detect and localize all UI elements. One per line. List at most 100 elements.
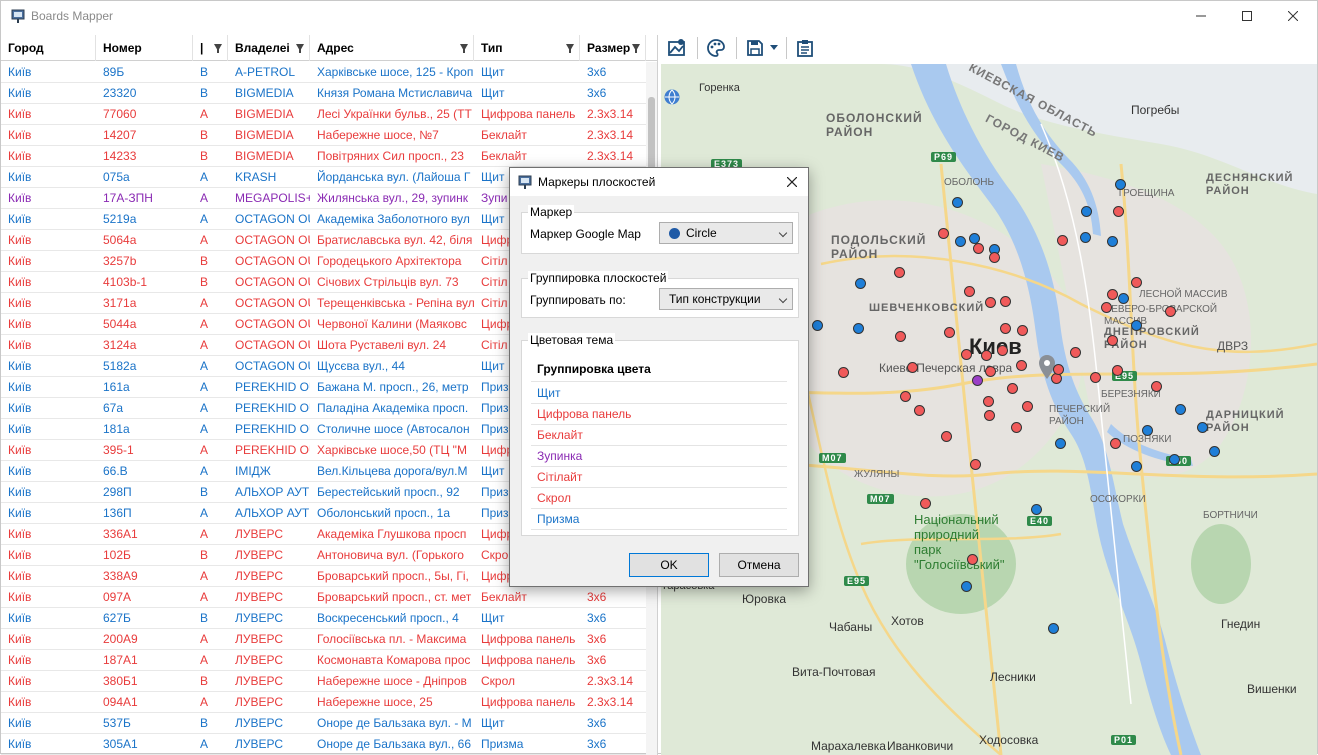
board-marker[interactable] (853, 323, 864, 334)
close-window-button[interactable] (1270, 1, 1316, 31)
board-marker[interactable] (970, 459, 981, 470)
color-theme-button[interactable] (703, 35, 729, 61)
board-marker[interactable] (1031, 504, 1042, 515)
column-header-side[interactable]: | (193, 35, 228, 61)
table-row[interactable]: Київ 77060 A BIGMEDIA Лесі Українки бульв., … (1, 104, 657, 125)
column-header-owner[interactable]: Владелеі (228, 35, 310, 61)
color-theme-item[interactable]: Цифрова панель (531, 404, 787, 425)
board-marker[interactable] (983, 396, 994, 407)
color-theme-item[interactable]: Беклайт (531, 425, 787, 446)
table-row[interactable]: Київ 094А1 A ЛУВЕРС Набережне шосе, 25 Цифров… (1, 692, 657, 713)
color-theme-item[interactable]: Призма (531, 509, 787, 530)
board-marker[interactable] (1110, 438, 1121, 449)
filter-icon[interactable] (214, 44, 222, 53)
board-marker[interactable] (1115, 179, 1126, 190)
board-marker[interactable] (1048, 623, 1059, 634)
board-marker[interactable] (1022, 401, 1033, 412)
board-marker[interactable] (941, 431, 952, 442)
table-row[interactable]: Київ 627Б B ЛУВЕРС Воскресенський просп., 4 Щ… (1, 608, 657, 629)
board-marker[interactable] (920, 498, 931, 509)
dialog-close-button[interactable] (782, 172, 802, 192)
board-marker[interactable] (1016, 360, 1027, 371)
board-marker[interactable] (907, 362, 918, 373)
board-marker[interactable] (1101, 302, 1112, 313)
board-marker[interactable] (900, 391, 911, 402)
board-marker[interactable] (1151, 381, 1162, 392)
maximize-button[interactable] (1224, 1, 1270, 31)
table-row[interactable]: Київ 14233 B BIGMEDIA Повітряних Сил просп.,… (1, 146, 657, 167)
board-marker[interactable] (985, 297, 996, 308)
column-header-city[interactable]: Город (1, 35, 96, 61)
board-marker[interactable] (997, 345, 1008, 356)
grouping-select[interactable]: Тип конструкции (659, 288, 793, 310)
board-marker[interactable] (955, 236, 966, 247)
board-marker[interactable] (914, 405, 925, 416)
board-marker[interactable] (1112, 365, 1123, 376)
board-marker[interactable] (1175, 404, 1186, 415)
column-header-address[interactable]: Адрес (310, 35, 474, 61)
board-marker[interactable] (838, 367, 849, 378)
cancel-button[interactable]: Отмена (719, 553, 799, 577)
map-image-button[interactable] (664, 35, 690, 61)
table-row[interactable]: Київ 537Б B ЛУВЕРС Оноре де Бальзака вул. - … (1, 713, 657, 734)
table-row[interactable]: Київ 200А9 A ЛУВЕРС Голосіївська пл. - Макси… (1, 629, 657, 650)
board-marker[interactable] (1107, 289, 1118, 300)
board-marker[interactable] (1007, 383, 1018, 394)
board-marker[interactable] (973, 243, 984, 254)
board-marker[interactable] (1055, 438, 1066, 449)
table-row[interactable]: Київ 380Б1 B ЛУВЕРС Набережне шосе - Дніпров… (1, 671, 657, 692)
board-marker[interactable] (1090, 372, 1101, 383)
board-marker[interactable] (855, 278, 866, 289)
board-marker[interactable] (984, 410, 995, 421)
board-marker[interactable] (1107, 335, 1118, 346)
board-marker[interactable] (1131, 461, 1142, 472)
board-marker[interactable] (961, 349, 972, 360)
board-marker[interactable] (1000, 323, 1011, 334)
layers-globe-button[interactable] (663, 88, 681, 106)
board-marker[interactable] (1169, 454, 1180, 465)
board-marker[interactable] (1107, 236, 1118, 247)
color-theme-item[interactable]: Зупинка (531, 446, 787, 467)
board-marker[interactable] (938, 228, 949, 239)
board-marker[interactable] (967, 554, 978, 565)
table-row[interactable]: Київ 097А A ЛУВЕРС Броварський просп., ст. м… (1, 587, 657, 608)
board-marker[interactable] (985, 366, 996, 377)
board-marker[interactable] (1017, 325, 1028, 336)
board-marker[interactable] (944, 327, 955, 338)
board-marker[interactable] (1209, 446, 1220, 457)
board-marker[interactable] (1011, 422, 1022, 433)
board-marker[interactable] (1165, 306, 1176, 317)
color-theme-item[interactable]: Скрол (531, 488, 787, 509)
table-row[interactable]: Київ 187А1 A ЛУВЕРС Космонавта Комарова прос… (1, 650, 657, 671)
filter-icon[interactable] (632, 44, 640, 53)
save-button[interactable] (742, 35, 768, 61)
column-header-type[interactable]: Тип (474, 35, 580, 61)
board-marker[interactable] (961, 581, 972, 592)
marker-type-select[interactable]: Circle (659, 222, 793, 244)
board-marker[interactable] (1080, 232, 1091, 243)
color-theme-item[interactable]: Щит (531, 383, 787, 404)
board-marker[interactable] (895, 331, 906, 342)
save-dropdown-button[interactable] (768, 35, 780, 61)
filter-icon[interactable] (296, 44, 304, 53)
board-marker[interactable] (1057, 235, 1068, 246)
board-marker[interactable] (894, 267, 905, 278)
board-marker[interactable] (1053, 364, 1064, 375)
filter-icon[interactable] (566, 44, 574, 53)
table-row[interactable]: Київ 89Б B A-PETROL Харківське шосе, 125 - К… (1, 62, 657, 83)
board-marker[interactable] (1131, 320, 1142, 331)
board-marker[interactable] (1081, 206, 1092, 217)
column-header-size[interactable]: Размер (580, 35, 646, 61)
board-marker[interactable] (1113, 206, 1124, 217)
board-marker[interactable] (1118, 293, 1129, 304)
filter-icon[interactable] (460, 44, 468, 53)
table-row[interactable]: Київ 14207 B BIGMEDIA Набережне шосе, №7 Бекл… (1, 125, 657, 146)
column-header-number[interactable]: Номер (96, 35, 193, 61)
board-marker[interactable] (972, 375, 983, 386)
board-marker[interactable] (1142, 425, 1153, 436)
board-marker[interactable] (989, 252, 1000, 263)
minimize-button[interactable] (1178, 1, 1224, 31)
board-marker[interactable] (1197, 422, 1208, 433)
board-marker[interactable] (812, 320, 823, 331)
board-marker[interactable] (1131, 277, 1142, 288)
